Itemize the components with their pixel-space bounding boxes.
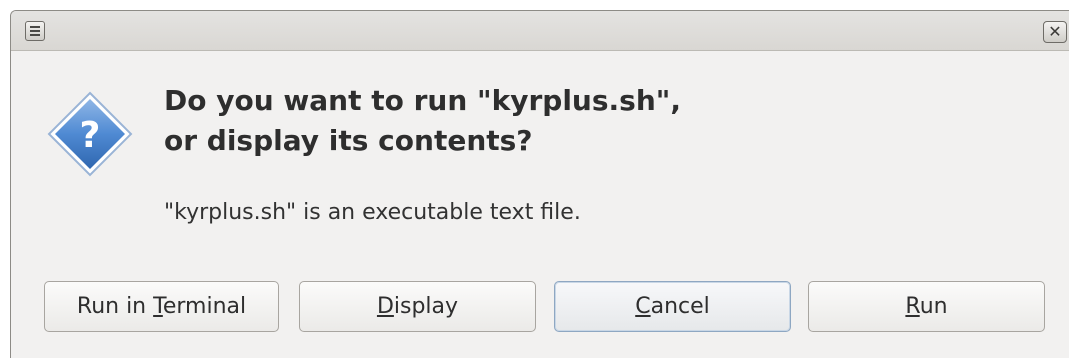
button-label-post: erminal: [162, 294, 247, 319]
button-label-post: ancel: [650, 294, 710, 319]
button-mnemonic: C: [635, 294, 651, 319]
menu-bar-line: [30, 34, 40, 36]
window-menu-icon[interactable]: [25, 21, 45, 41]
button-label-post: un: [919, 294, 948, 319]
question-mark-glyph: ?: [80, 115, 101, 156]
question-icon: ?: [47, 91, 133, 177]
button-mnemonic: D: [376, 294, 394, 319]
button-label-pre: Run in: [76, 294, 154, 319]
button-label-post: isplay: [393, 294, 459, 319]
close-icon[interactable]: ✕: [1043, 21, 1067, 43]
menu-bar-line: [30, 30, 40, 32]
run-in-terminal-button[interactable]: Run in Terminal: [44, 281, 279, 332]
run-button[interactable]: Run: [808, 281, 1045, 332]
title-bar[interactable]: ✕: [11, 11, 1069, 51]
button-mnemonic: T: [153, 294, 163, 319]
heading-line-2: or display its contents?: [164, 124, 533, 157]
dialog-message: "kyrplus.sh" is an executable text file.: [164, 200, 581, 225]
menu-bar-line: [30, 26, 40, 28]
display-button[interactable]: Display: [299, 281, 536, 332]
cancel-button[interactable]: Cancel: [554, 281, 791, 332]
heading-line-1: Do you want to run "kyrplus.sh",: [164, 84, 681, 117]
dialog-heading: Do you want to run "kyrplus.sh", or disp…: [164, 81, 681, 161]
button-mnemonic: R: [905, 294, 920, 319]
dialog-window: ✕ ? Do you want to run "kyrplus.sh", or …: [10, 10, 1069, 358]
